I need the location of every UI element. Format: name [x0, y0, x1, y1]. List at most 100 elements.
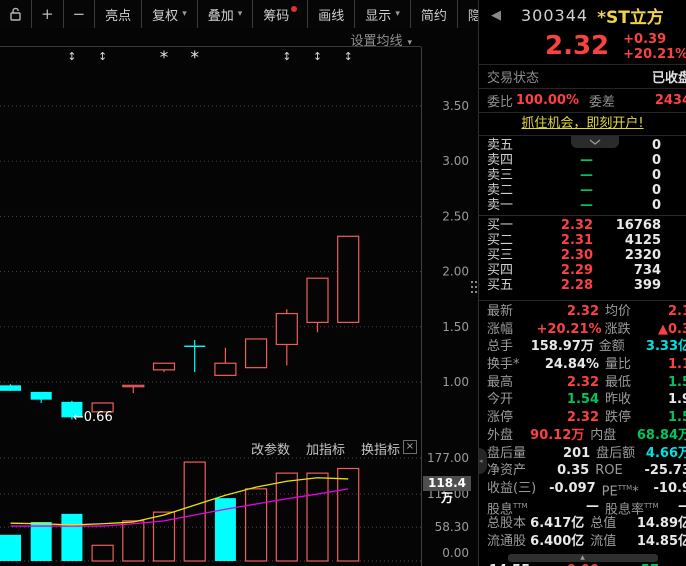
price-tick-label: 3.00 — [442, 154, 469, 168]
updown-arrow-icon: ↕ — [344, 50, 353, 63]
volume-bar — [0, 534, 21, 561]
stat-label: 流值 — [590, 533, 617, 549]
bid-row[interactable]: 买二 2.31 4125 — [479, 233, 686, 248]
stat-label: 总手 — [487, 339, 514, 355]
stat-label: 内盘 — [590, 427, 617, 443]
stat-label: ROE — [595, 463, 623, 479]
book-divider — [479, 215, 686, 216]
book-level-label: 买一 — [487, 218, 514, 233]
updown-arrow-icon: ↕ — [67, 50, 76, 63]
zoom-out-button[interactable]: − — [64, 0, 96, 28]
volume-bar — [337, 467, 360, 562]
panel-collapse-handle[interactable]: ◂ — [479, 448, 487, 474]
stat-row: 换手* 24.84% 量比 1.1 — [479, 356, 686, 374]
bid-row[interactable]: 买四 2.29 734 — [479, 263, 686, 278]
lock-button[interactable] — [0, 0, 32, 28]
book-level-label: 卖二 — [487, 183, 514, 198]
stat-value: 1.9 — [667, 392, 686, 408]
candle — [275, 312, 298, 346]
price-tick-label: 1.50 — [442, 320, 469, 334]
back-icon[interactable]: ◀ — [491, 8, 501, 23]
stat-value: 1.54 — [566, 392, 599, 408]
weicha-label: 委差 — [589, 95, 616, 110]
price-block: 2.32 +0.39 +20.21% — [479, 30, 686, 64]
price-tick-label: 2.00 — [442, 265, 469, 279]
collapse-book-button[interactable] — [571, 136, 619, 148]
updown-arrow-icon: ↕ — [282, 50, 291, 63]
chart-panel: + − 亮点复权▾叠加▾筹码画线显示▾简约隐藏▶▶ 设置均线▾ 3.503.00… — [0, 0, 543, 566]
toolbar-button-chips[interactable]: 筹码 — [253, 0, 309, 28]
stat-label: 总股本 — [487, 516, 527, 532]
stat-value: 0.35 — [557, 463, 590, 479]
candle — [245, 338, 268, 369]
toolbar-button-simple[interactable]: 简约 — [411, 0, 458, 28]
quote-header: ◀ 300344 *ST立方 — [479, 0, 686, 30]
stat-label: 昨收 — [605, 392, 632, 408]
stat-value: — — [586, 498, 599, 514]
candle — [184, 345, 206, 347]
bid-row[interactable]: 买五 2.28 399 — [479, 278, 686, 293]
stat-value: 68.84万 — [636, 427, 686, 443]
bid-row[interactable]: 买三 2.30 2320 — [479, 248, 686, 263]
panel-drag-handle[interactable] — [471, 281, 478, 297]
book-price: 2.29 — [560, 263, 593, 278]
stat-label: 涨幅 — [487, 321, 514, 337]
book-volume: 734 — [633, 263, 661, 278]
book-level-label: 卖四 — [487, 153, 514, 168]
volume-bar — [30, 522, 52, 561]
stat-value: ▲0.3 — [657, 321, 686, 337]
stat-row: 涨幅 +20.21%涨跌 ▲0.3 — [479, 321, 686, 339]
volume-tick-label: 177.00 — [427, 451, 469, 465]
price-change-percent: +20.21% — [623, 47, 686, 62]
updown-arrow-icon: ↕ — [98, 50, 107, 63]
bid-row[interactable]: 买一 2.32 16768 — [479, 218, 686, 233]
toolbar-button-adjust[interactable]: 复权 ▾ — [142, 0, 198, 28]
toolbar-button-draw-line[interactable]: 画线 — [308, 0, 356, 28]
ask-row[interactable]: 卖二 — 0 — [479, 183, 686, 198]
stat-value: 6.417亿 — [530, 516, 585, 532]
stat-label: 外盘 — [487, 427, 514, 443]
stat-row: 净资产 0.35 ROE -25.73 — [479, 462, 686, 480]
stat-label: 总值 — [590, 516, 617, 532]
toolbar-button-label: 筹码 — [263, 8, 290, 24]
candle — [214, 362, 237, 376]
notification-dot-icon — [291, 5, 298, 12]
ask-row[interactable]: 卖三 — 0 — [479, 168, 686, 183]
toolbar-button-overlay[interactable]: 叠加 ▾ — [198, 0, 254, 28]
commission-ratio-row: 委比 100.00% 委差 2434 — [479, 88, 686, 112]
low-price-annotation: ←0.66 — [73, 410, 113, 425]
volume-bar — [306, 472, 329, 562]
candle — [30, 391, 52, 400]
stat-label: 今开 — [487, 392, 514, 408]
ask-row[interactable]: 卖四 — 0 — [479, 153, 686, 168]
toolbar-button-highlight[interactable]: 亮点 — [95, 0, 143, 28]
volume-bar — [245, 488, 268, 562]
book-level-label: 买三 — [487, 248, 514, 263]
collapse-panel-button[interactable]: ▲ — [507, 553, 658, 562]
zoom-in-button[interactable]: + — [32, 0, 64, 28]
stat-value: 90.12万 — [530, 427, 585, 443]
status-label: 交易状态 — [487, 71, 540, 86]
stat-value: 6.400亿 — [530, 533, 585, 549]
open-account-link[interactable]: 抓住机会，即刻开户! — [521, 116, 643, 131]
stat-value: 24.84% — [544, 357, 599, 373]
stat-value: 158.97万 — [530, 339, 594, 355]
toolbar-button-display[interactable]: 显示 ▾ — [355, 0, 411, 28]
stat-label: 净资产 — [487, 463, 527, 479]
volume-bar — [183, 461, 206, 562]
book-level-label: 买二 — [487, 233, 514, 248]
stat-row: 外盘 90.12万 内盘 68.84万 — [479, 427, 686, 445]
stat-label: 最新 — [487, 304, 514, 319]
ask-row[interactable]: 卖一 — 0 — [479, 198, 686, 213]
volume-current-value-tag: 118.4万 — [423, 476, 471, 505]
book-price: — — [580, 153, 593, 168]
star-icon: * — [160, 48, 169, 68]
ask-levels: 卖五—0卖四—0卖三—0卖二—0卖一—0 — [479, 138, 686, 213]
stat-label: 最高 — [487, 374, 514, 390]
stat-row: 最高 2.32 最低 1.5 — [479, 374, 686, 392]
stat-value: -0.097 — [549, 480, 596, 496]
stat-label: 收益(三) — [487, 480, 537, 496]
stat-row: 收益(三) -0.097 PETTM* -10.9 — [479, 480, 686, 499]
stat-label: 流通股 — [487, 533, 527, 549]
stat-value: -10.9 — [653, 480, 686, 496]
